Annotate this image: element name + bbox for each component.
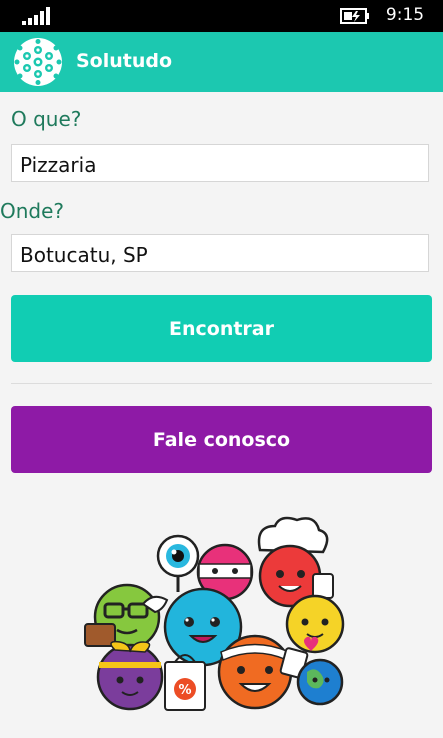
battery-charging-icon (340, 8, 369, 24)
signal-bars-icon (22, 7, 50, 25)
contact-button[interactable]: Fale conosco (11, 406, 432, 473)
where-input[interactable]: Botucatu, SP (11, 234, 429, 272)
find-button[interactable]: Encontrar (11, 295, 432, 362)
status-bar: 9:15 (0, 0, 443, 32)
app-header: Solutudo (0, 32, 443, 92)
divider (11, 383, 432, 384)
status-clock: 9:15 (385, 5, 425, 25)
app-title: Solutudo (76, 50, 173, 72)
cartoon-mascots-illustration: % (84, 516, 345, 711)
soccer-ball-logo-icon (14, 38, 62, 86)
what-input[interactable]: Pizzaria (11, 144, 429, 182)
what-label: O que? (11, 107, 82, 131)
percent-badge: % (178, 683, 191, 698)
where-label: Onde? (0, 199, 65, 223)
